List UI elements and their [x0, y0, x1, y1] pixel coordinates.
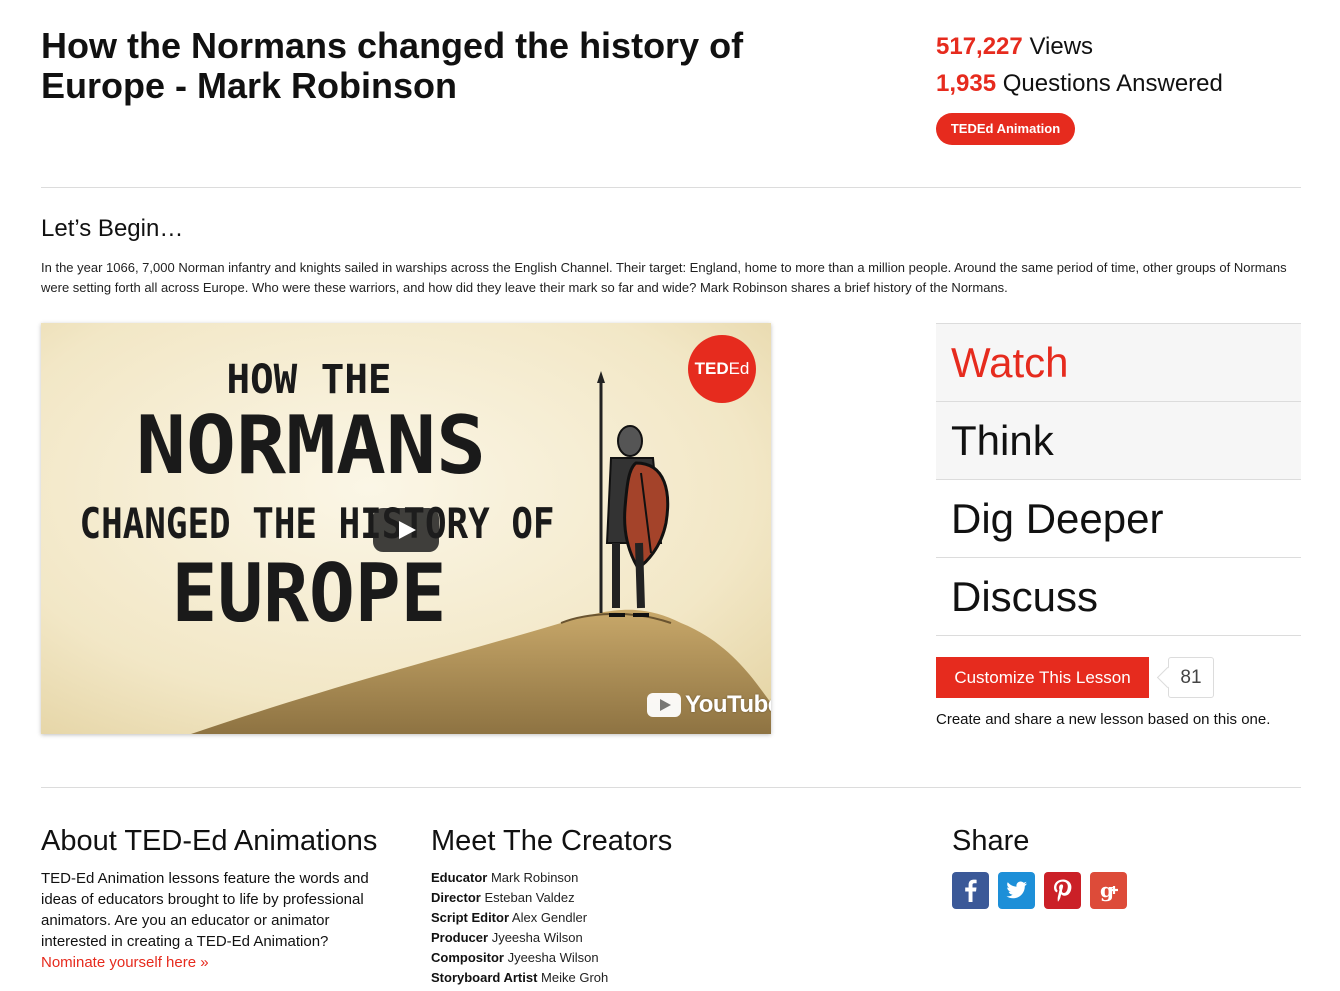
teded-logo: TEDEd: [688, 335, 756, 403]
teded-logo-light: Ed: [728, 359, 750, 378]
creator-role: Compositor: [431, 950, 504, 965]
creator-row: Script Editor Alex Gendler: [431, 908, 608, 928]
questions-count: 1,935: [936, 70, 997, 97]
youtube-label: YouTube: [685, 691, 771, 718]
lets-begin-heading: Let’s Begin…: [41, 215, 184, 242]
creator-role: Storyboard Artist: [431, 970, 538, 985]
video-player[interactable]: HOW THE NORMANS CHANGED THE HISTORY OF E…: [41, 323, 771, 734]
youtube-logo[interactable]: YouTube: [647, 690, 771, 720]
lesson-description: In the year 1066, 7,000 Norman infantry …: [41, 260, 1287, 295]
creator-row: Educator Mark Robinson: [431, 868, 608, 888]
teded-logo-bold: TED: [694, 359, 729, 378]
customize-lesson-button[interactable]: Customize This Lesson: [936, 657, 1149, 698]
views-stat: 517,227 Views: [936, 28, 1223, 65]
creator-name: Meike Groh: [541, 970, 609, 985]
creator-row: Producer Jyeesha Wilson: [431, 928, 608, 948]
tab-discuss[interactable]: Discuss: [936, 557, 1301, 636]
share-buttons: g: [952, 872, 1127, 909]
creator-name: Jyeesha Wilson: [491, 930, 583, 945]
play-icon[interactable]: [373, 508, 439, 552]
divider: [41, 787, 1301, 788]
creator-role: Director: [431, 890, 481, 905]
questions-stat: 1,935 Questions Answered: [936, 65, 1223, 102]
badge-brand: TEDEd: [950, 121, 994, 136]
video-line-2: NORMANS: [136, 399, 486, 492]
creator-name: Esteban Valdez: [484, 890, 575, 905]
twitter-share-button[interactable]: [998, 872, 1035, 909]
customize-note: Create and share a new lesson based on t…: [936, 711, 1271, 728]
facebook-icon: [965, 879, 977, 902]
about-text: TED-Ed Animation lessons feature the wor…: [41, 868, 391, 973]
pinterest-share-button[interactable]: [1044, 872, 1081, 909]
creator-role: Producer: [431, 930, 489, 945]
creator-name: Alex Gendler: [511, 910, 588, 925]
views-count: 517,227: [936, 33, 1023, 60]
creator-row: Compositor Jyeesha Wilson: [431, 948, 608, 968]
nominate-link[interactable]: Nominate yourself here »: [41, 952, 391, 973]
tab-dig-deeper[interactable]: Dig Deeper: [936, 479, 1301, 557]
about-description: TED-Ed Animation lessons feature the wor…: [41, 870, 369, 950]
creators-list: Educator Mark Robinson Director Esteban …: [431, 868, 608, 988]
creator-name: Mark Robinson: [490, 870, 579, 885]
creator-role: Script Editor: [431, 910, 510, 925]
lesson-tabs: Watch Think Dig Deeper Discuss: [936, 323, 1301, 636]
creator-row: Storyboard Artist Meike Groh: [431, 968, 608, 988]
tab-think[interactable]: Think: [936, 401, 1301, 479]
google-plus-share-button[interactable]: g: [1090, 872, 1127, 909]
customize-count: 81: [1168, 657, 1214, 698]
google-plus-icon: g: [1100, 878, 1118, 902]
questions-label: Questions Answered: [1002, 70, 1223, 97]
youtube-icon: [647, 693, 681, 717]
divider: [41, 187, 1301, 188]
twitter-icon: [1006, 881, 1027, 899]
facebook-share-button[interactable]: [952, 872, 989, 909]
views-label: Views: [1029, 33, 1094, 60]
creator-name: Jyeesha Wilson: [507, 950, 599, 965]
lesson-title: How the Normans changed the history of E…: [41, 25, 744, 106]
share-heading: Share: [952, 825, 1030, 857]
creators-heading: Meet The Creators: [431, 825, 673, 857]
creator-row: Director Esteban Valdez: [431, 888, 608, 908]
video-line-1: HOW THE: [227, 357, 392, 403]
badge-label: Animation: [996, 121, 1061, 136]
about-heading: About TED-Ed Animations: [41, 825, 378, 857]
pinterest-icon: [1054, 879, 1072, 902]
teded-animation-badge[interactable]: TEDEd Animation: [936, 113, 1075, 145]
tab-watch[interactable]: Watch: [936, 323, 1301, 401]
video-line-4: EUROPE: [172, 547, 447, 640]
lesson-stats: 517,227 Views 1,935 Questions Answered: [936, 28, 1223, 102]
creator-role: Educator: [431, 870, 488, 885]
video-line-3: CHANGED THE HISTORY OF: [80, 499, 555, 548]
